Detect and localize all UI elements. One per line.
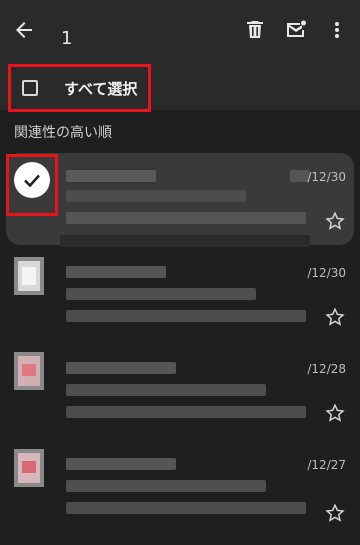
selected-count: 1 — [61, 28, 73, 49]
thread-divider — [60, 235, 310, 247]
sender-redacted — [66, 170, 156, 182]
avatar[interactable] — [8, 447, 50, 489]
email-date: /12/27 — [307, 458, 346, 472]
subject-redacted — [66, 480, 266, 492]
subject-redacted — [66, 288, 256, 300]
sort-section-label: 関連性の高い順 — [14, 125, 112, 141]
select-all-checkbox[interactable] — [22, 80, 38, 96]
mail-dot-icon[interactable] — [284, 18, 308, 42]
star-icon[interactable] — [324, 402, 346, 424]
snippet-redacted — [66, 310, 306, 322]
avatar[interactable] — [8, 350, 50, 392]
arrow-left-icon[interactable] — [12, 18, 36, 42]
email-date: /12/30 — [307, 266, 346, 280]
sender-redacted — [66, 362, 176, 374]
top-app-bar: 1 — [0, 0, 360, 60]
snippet-redacted — [66, 212, 306, 224]
avatar[interactable] — [8, 255, 50, 297]
snippet-redacted — [66, 502, 306, 514]
sender-redacted — [66, 266, 166, 278]
select-all-label[interactable]: すべて選択 — [64, 78, 137, 99]
email-date: /12/30 — [307, 170, 346, 184]
highlight-box-checkmark — [6, 154, 58, 216]
email-date: /12/28 — [307, 362, 346, 376]
trash-icon[interactable] — [243, 18, 267, 42]
sender-redacted — [66, 458, 176, 470]
star-icon[interactable] — [324, 306, 346, 328]
snippet-redacted — [66, 406, 306, 418]
subject-redacted — [66, 190, 246, 202]
more-vert-icon[interactable] — [325, 18, 349, 42]
subject-redacted — [66, 384, 266, 396]
star-icon[interactable] — [324, 502, 346, 524]
star-icon[interactable] — [324, 210, 346, 232]
